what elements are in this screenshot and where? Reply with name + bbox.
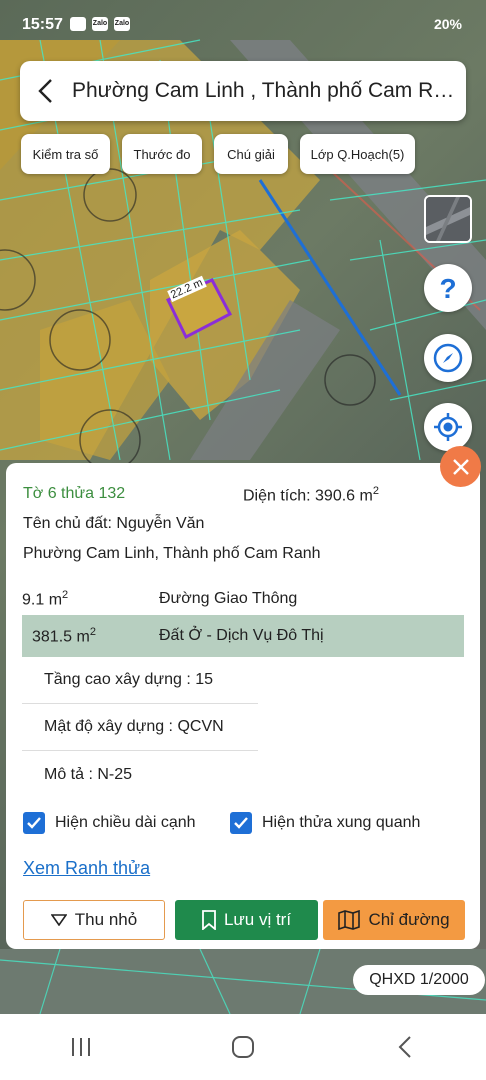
zalo-icon: Zalo	[92, 17, 108, 31]
land-use-row: 9.1 m2 Đường Giao Thông	[22, 578, 464, 620]
map-layer-button[interactable]	[424, 195, 472, 243]
parcel-area: Diện tích: 390.6 m2	[243, 485, 379, 505]
land-use-type: Đường Giao Thông	[159, 590, 298, 607]
parcel-title: Tờ 6 thửa 132	[23, 485, 126, 502]
land-use-type: Đất Ở - Dịch Vụ Đô Thị	[159, 627, 324, 644]
battery-text: 20%	[433, 16, 462, 32]
system-nav-bar	[0, 1014, 486, 1080]
neighbors-label: Hiện thửa xung quanh	[262, 814, 421, 831]
page-title: Phường Cam Linh , Thành phố Cam Ranh	[72, 79, 456, 102]
system-back-button[interactable]	[375, 1027, 435, 1067]
edge-length-toggle[interactable]: Hiện chiều dài cạnh	[23, 812, 196, 834]
area-text: Diện tích: 390.6 m	[243, 487, 373, 505]
parcel-address: Phường Cam Linh, Thành phố Cam Ranh	[23, 545, 321, 562]
notification-icons: Zalo Zalo	[70, 17, 130, 31]
area-superscript: 2	[372, 485, 379, 497]
save-location-button[interactable]: Lưu vị trí	[175, 900, 318, 940]
close-panel-button[interactable]	[440, 446, 481, 487]
directions-button[interactable]: Chỉ đường	[323, 900, 465, 940]
neighbors-toggle[interactable]: Hiện thửa xung quanh	[230, 812, 420, 834]
check-number-button[interactable]: Kiểm tra số	[21, 134, 110, 174]
crosshair-icon	[434, 413, 462, 441]
checkbox-checked-icon[interactable]	[230, 812, 252, 834]
location-header: Phường Cam Linh , Thành phố Cam Ranh	[20, 61, 466, 121]
question-icon: ?	[439, 273, 456, 303]
land-use-area: 381.5 m2	[32, 625, 96, 646]
scale-badge: QHXD 1/2000	[353, 965, 485, 995]
recents-icon	[72, 1038, 90, 1056]
owner-name: Tên chủ đất: Nguyễn Văn	[23, 515, 205, 532]
home-icon	[232, 1036, 254, 1058]
satellite-thumbnail-icon	[426, 197, 470, 241]
toolbar-chips: Kiểm tra số Thước đo Chú giải Lớp Q.Hoạc…	[21, 134, 415, 174]
view-boundary-link[interactable]: Xem Ranh thửa	[23, 858, 150, 879]
zalo-icon: Zalo	[114, 17, 130, 31]
directions-label: Chỉ đường	[368, 910, 450, 929]
land-use-area: 9.1 m2	[22, 588, 69, 609]
collapse-label: Thu nhỏ	[74, 910, 138, 929]
home-button[interactable]	[213, 1027, 273, 1067]
back-icon	[398, 1036, 411, 1058]
legend-button[interactable]: Chú giải	[214, 134, 288, 174]
land-use-row: 381.5 m2 Đất Ở - Dịch Vụ Đô Thị	[22, 615, 464, 657]
compass-icon	[433, 343, 463, 373]
my-location-button[interactable]	[424, 403, 472, 451]
checkbox-checked-icon[interactable]	[23, 812, 45, 834]
back-button[interactable]	[20, 61, 72, 121]
map-icon	[338, 910, 361, 930]
compass-button[interactable]	[424, 334, 472, 382]
help-button[interactable]: ?	[424, 264, 472, 312]
building-density: Mật độ xây dựng : QCVN	[22, 704, 258, 751]
save-location-label: Lưu vị trí	[223, 910, 292, 929]
edge-length-label: Hiện chiều dài cạnh	[55, 814, 196, 831]
close-icon	[452, 458, 469, 475]
ruler-button[interactable]: Thước đo	[122, 134, 202, 174]
chevron-left-icon	[38, 79, 52, 103]
svg-text:?: ?	[439, 273, 456, 303]
image-icon	[70, 17, 86, 31]
status-time: 15:57	[22, 16, 63, 33]
planning-layer-button[interactable]: Lớp Q.Hoạch(5)	[300, 134, 415, 174]
triangle-down-icon	[50, 914, 67, 926]
recent-apps-button[interactable]	[51, 1027, 111, 1067]
status-bar: 15:57 Zalo Zalo 20%	[0, 0, 486, 52]
parcel-info-panel: Tờ 6 thửa 132 Diện tích: 390.6 m2 Tên ch…	[6, 463, 480, 949]
building-height: Tầng cao xây dựng : 15	[22, 657, 258, 704]
bookmark-icon	[202, 910, 216, 930]
description: Mô tả : N-25	[44, 765, 133, 783]
collapse-button[interactable]: Thu nhỏ	[23, 900, 165, 940]
